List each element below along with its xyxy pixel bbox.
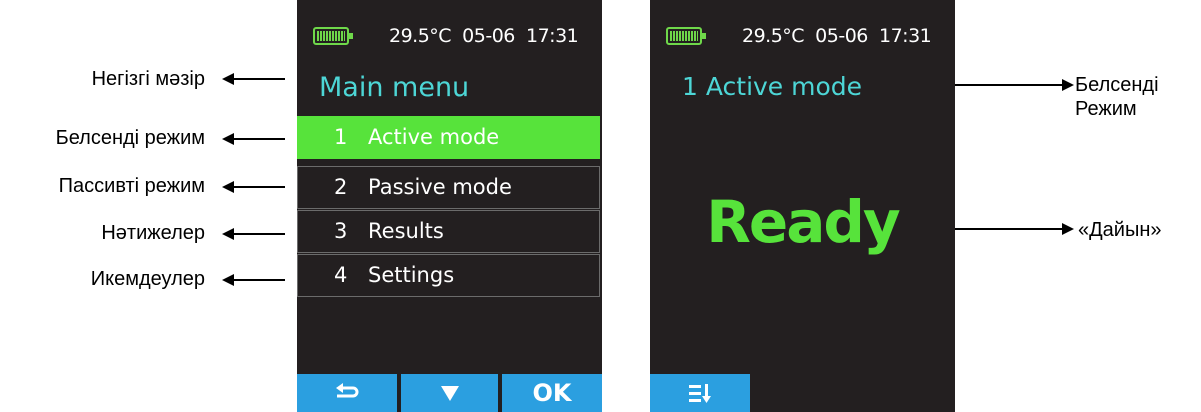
screen-title: 1 Active mode [682, 72, 863, 101]
ok-label: OK [532, 379, 572, 407]
time: 17:31 [525, 25, 579, 47]
annotation-right-ready: «Дайын» [1078, 218, 1162, 242]
menu-sort-icon [689, 384, 711, 403]
time: 17:31 [878, 25, 932, 47]
annotation-right-active-mode: Белсенді Режим [1075, 73, 1159, 121]
menu-button[interactable] [650, 374, 750, 412]
battery-icon [666, 27, 706, 45]
menu-item-number: 1 [334, 125, 348, 149]
down-button[interactable] [401, 374, 498, 412]
menu-item-label: Passive mode [368, 175, 512, 199]
device-screen-active-mode: 29.5°C 05-06 17:31 1 Active mode Ready [650, 0, 955, 412]
annotation-line1: Белсенді [1075, 74, 1159, 96]
temperature: 29.5°C [742, 25, 805, 47]
temperature: 29.5°C [389, 25, 452, 47]
menu-item-active-mode[interactable]: 1 Active mode [297, 116, 600, 159]
menu-item-number: 2 [334, 175, 348, 199]
status-readout: 29.5°C 05-06 17:31 [742, 25, 932, 47]
annotation-line1: «Дайын» [1078, 219, 1162, 241]
date: 05-06 [815, 25, 868, 47]
date: 05-06 [462, 25, 515, 47]
status-readout: 29.5°C 05-06 17:31 [389, 25, 579, 47]
menu-item-settings[interactable]: 4 Settings [297, 254, 600, 297]
menu-item-number: 3 [334, 219, 348, 243]
menu-item-label: Results [368, 219, 444, 243]
ok-button[interactable]: OK [502, 374, 602, 412]
back-arrow-icon [336, 383, 359, 398]
menu-item-passive-mode[interactable]: 2 Passive mode [297, 166, 600, 209]
menu-item-label: Settings [368, 263, 455, 287]
annotation-line2: Режим [1075, 98, 1137, 120]
down-triangle-icon [440, 386, 459, 401]
status-bar: 29.5°C 05-06 17:31 [297, 22, 602, 58]
menu-item-results[interactable]: 3 Results [297, 210, 600, 253]
battery-icon [313, 27, 353, 45]
status-bar: 29.5°C 05-06 17:31 [650, 22, 955, 58]
ready-status: Ready [706, 188, 900, 256]
screen-title: Main menu [319, 72, 470, 103]
menu-item-label: Active mode [368, 125, 500, 149]
back-button[interactable] [297, 374, 397, 412]
device-screen-main-menu: 29.5°C 05-06 17:31 Main menu 1 Active mo… [297, 0, 602, 412]
menu-item-number: 4 [334, 263, 348, 287]
